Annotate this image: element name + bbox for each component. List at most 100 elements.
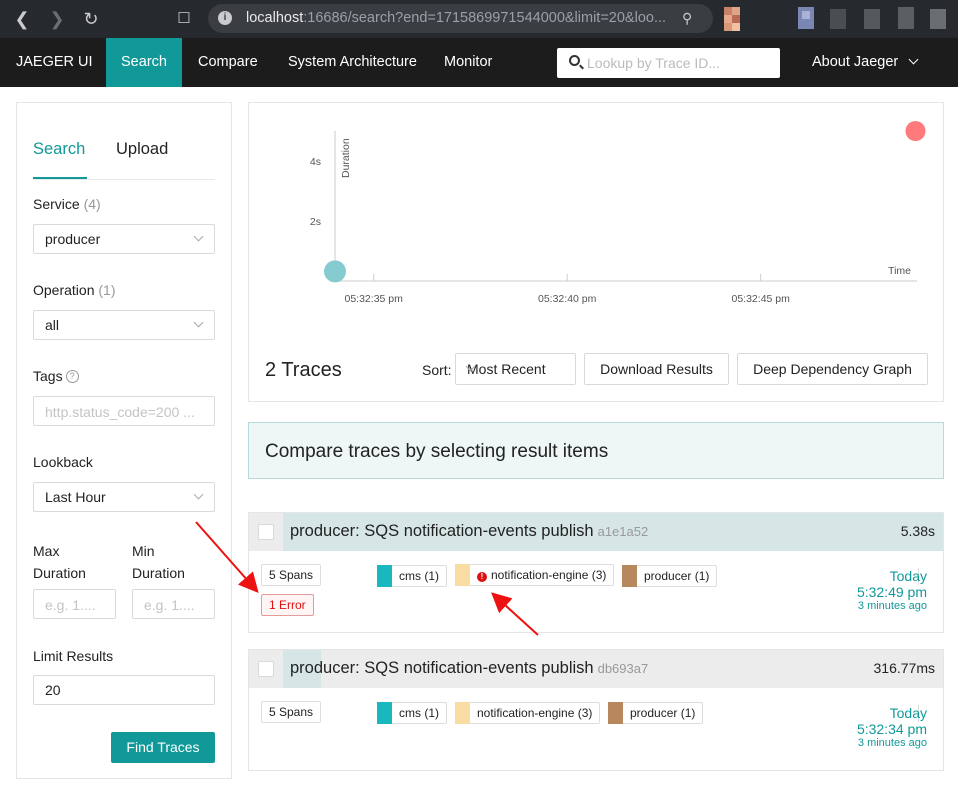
- service-label: Service (4): [33, 196, 101, 212]
- service-color-swatch: [608, 702, 623, 724]
- brand-logo[interactable]: JAEGER UI: [16, 38, 93, 87]
- trace-id: db693a7: [597, 661, 649, 676]
- search-icon: [569, 55, 580, 66]
- limit-results-input[interactable]: 20: [33, 675, 215, 705]
- x-tick-label: 05:32:35 pm: [345, 293, 404, 305]
- tags-label: Tags?: [33, 368, 79, 384]
- x-axis-label: Time: [888, 265, 911, 277]
- compare-banner: Compare traces by selecting result items: [248, 422, 944, 479]
- deep-dependency-graph-button[interactable]: Deep Dependency Graph: [737, 353, 928, 385]
- x-tick-label: 05:32:45 pm: [732, 293, 791, 305]
- about-jaeger-menu[interactable]: About Jaeger: [812, 38, 919, 87]
- active-tab-indicator: [33, 177, 87, 179]
- sort-value: Most Recent: [467, 361, 546, 377]
- trace-header[interactable]: producer: SQS notification-events publis…: [249, 513, 943, 551]
- tab-divider: [33, 179, 215, 180]
- search-form-panel: Search Upload Service (4) producer Opera…: [16, 102, 232, 779]
- trace-id-lookup-input[interactable]: Lookup by Trace ID...: [557, 48, 780, 78]
- trace-title[interactable]: producer: SQS notification-events publis…: [290, 659, 648, 678]
- nav-monitor[interactable]: Monitor: [444, 38, 492, 87]
- results-chart-card: Duration Time 2s 4s 05:32:35 pm 05:32:40 p…: [248, 102, 944, 402]
- extension-icon[interactable]: [722, 5, 742, 33]
- reload-icon[interactable]: ↻: [79, 7, 103, 31]
- error-trace-point[interactable]: [905, 121, 926, 141]
- back-icon[interactable]: ❮: [10, 7, 34, 31]
- trace-result-item[interactable]: producer: SQS notification-events publis…: [248, 649, 944, 771]
- tags-input[interactable]: http.status_code=200 ...: [33, 396, 215, 426]
- span-count-badge: 5 Spans: [261, 701, 322, 723]
- trace-id: a1e1a52: [597, 524, 649, 539]
- browser-toolbar: ❮ ❯ ↻ ☐ i localhost:16686/search?end=171…: [0, 0, 958, 38]
- trace-header[interactable]: producer: SQS notification-events publis…: [249, 650, 943, 688]
- duration-scatter-chart: Duration Time 2s 4s 05:32:35 pm 05:32:40 p…: [310, 121, 926, 305]
- max-duration-label: Max Duration: [33, 543, 86, 581]
- trace-duration: 316.77ms: [873, 660, 935, 676]
- profile-icons[interactable]: [798, 5, 948, 33]
- trace-timestamp: Today 5:32:49 pm 3 minutes ago: [857, 568, 927, 612]
- nav-compare[interactable]: Compare: [198, 38, 258, 87]
- nav-search[interactable]: Search: [106, 38, 182, 87]
- service-tag-cms: cms (1): [377, 565, 447, 587]
- service-tag-notification-engine: ! notification-engine (3): [455, 564, 615, 586]
- min-duration-placeholder: e.g. 1....: [144, 597, 195, 613]
- operation-select[interactable]: all: [33, 310, 215, 340]
- trace-time: 5:32:49 pm: [856, 584, 927, 600]
- find-traces-button[interactable]: Find Traces: [111, 732, 215, 763]
- sort-label: Sort:: [422, 362, 452, 378]
- tags-placeholder: http.status_code=200 ...: [45, 404, 195, 420]
- lookback-value: Last Hour: [45, 489, 106, 505]
- chevron-down-icon: [193, 489, 204, 500]
- nav-system-architecture[interactable]: System Architecture: [288, 38, 417, 87]
- max-duration-placeholder: e.g. 1....: [45, 597, 96, 613]
- bookmark-icon[interactable]: ☐: [172, 7, 196, 31]
- lookback-select[interactable]: Last Hour: [33, 482, 215, 512]
- top-navigation: JAEGER UI Search Compare System Architec…: [0, 38, 958, 87]
- min-duration-input[interactable]: e.g. 1....: [132, 589, 215, 619]
- trace-count: 2 Traces: [265, 359, 342, 381]
- url-text: localhost:16686/search?end=1715869971544…: [246, 10, 666, 26]
- compare-checkbox[interactable]: [258, 524, 274, 540]
- trace-ago: 3 minutes ago: [857, 737, 927, 749]
- address-bar[interactable]: i localhost:16686/search?end=17158699715…: [208, 4, 713, 33]
- chevron-down-icon: [193, 231, 204, 242]
- x-tick-label: 05:32:40 pm: [538, 293, 597, 305]
- operation-value: all: [45, 317, 60, 333]
- service-color-swatch: [377, 702, 392, 724]
- service-tag-producer: producer (1): [608, 702, 704, 724]
- trace-title[interactable]: producer: SQS notification-events publis…: [290, 522, 648, 541]
- service-color-swatch: [455, 702, 470, 724]
- operation-label: Operation (1): [33, 282, 116, 298]
- download-results-button[interactable]: Download Results: [584, 353, 729, 385]
- limit-results-label: Limit Results: [33, 648, 114, 664]
- share-icon[interactable]: ⚲: [682, 10, 692, 27]
- limit-value: 20: [45, 682, 61, 698]
- service-select[interactable]: producer: [33, 224, 215, 254]
- chevron-down-icon: [193, 317, 204, 328]
- sort-select[interactable]: Most Recent: [455, 353, 576, 385]
- service-tag-cms: cms (1): [377, 702, 447, 724]
- trace-result-item[interactable]: producer: SQS notification-events publis…: [248, 512, 944, 633]
- tab-upload[interactable]: Upload: [116, 140, 168, 159]
- tab-search[interactable]: Search: [33, 140, 85, 159]
- service-value: producer: [45, 231, 101, 247]
- span-count-badge: 5 Spans: [261, 564, 322, 586]
- compare-banner-text: Compare traces by selecting result items: [265, 441, 609, 462]
- service-tag-producer: producer (1): [622, 565, 718, 587]
- forward-icon[interactable]: ❯: [45, 7, 69, 31]
- lookup-placeholder: Lookup by Trace ID...: [587, 55, 721, 71]
- error-icon: !: [477, 572, 487, 582]
- service-color-swatch: [622, 565, 637, 587]
- service-color-swatch: [455, 564, 470, 586]
- help-icon[interactable]: ?: [65, 370, 79, 383]
- trace-time: 5:32:34 pm: [856, 721, 927, 737]
- compare-checkbox[interactable]: [258, 661, 274, 677]
- y-axis-label: Duration: [340, 138, 352, 178]
- trace-point[interactable]: [324, 260, 346, 283]
- min-duration-label: Min Duration: [132, 543, 185, 581]
- service-color-swatch: [377, 565, 392, 587]
- site-info-icon[interactable]: i: [218, 11, 232, 25]
- max-duration-input[interactable]: e.g. 1....: [33, 589, 116, 619]
- y-tick-label: 2s: [310, 216, 321, 228]
- lookback-label: Lookback: [33, 454, 93, 470]
- trace-day: Today: [889, 568, 927, 584]
